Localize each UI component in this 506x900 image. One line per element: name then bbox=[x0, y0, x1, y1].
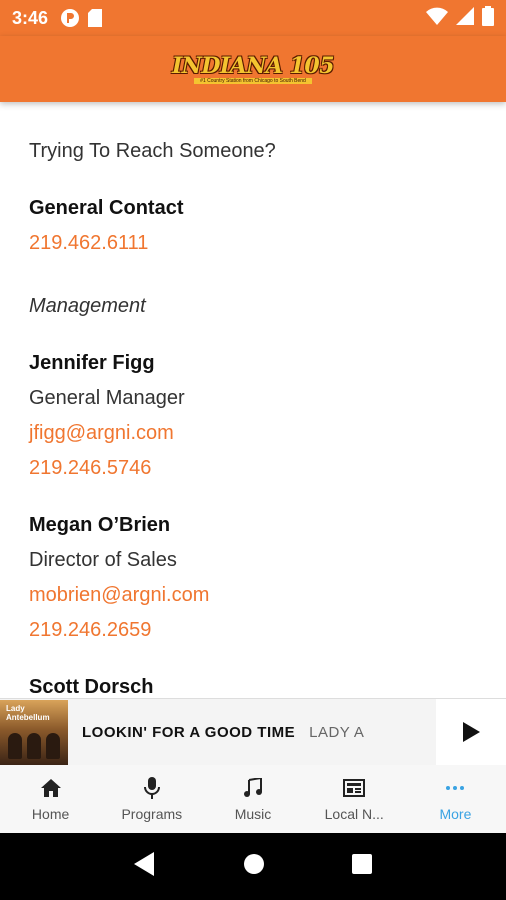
tab-more[interactable]: More bbox=[405, 765, 506, 833]
contact-title: Director of Sales bbox=[29, 549, 177, 571]
contact-name: Megan O’Brien bbox=[29, 514, 171, 536]
more-dots-icon bbox=[445, 776, 465, 800]
station-logo: INDIANA 105 #1 Country Station from Chic… bbox=[171, 52, 335, 84]
tab-programs[interactable]: Programs bbox=[101, 765, 202, 833]
general-phone-link[interactable]: 219.462.6111 bbox=[29, 232, 506, 255]
logo-tagline: #1 Country Station from Chicago to South… bbox=[194, 77, 312, 84]
album-art-text: Lady Antebellum bbox=[6, 703, 50, 722]
general-contact-label: General Contact bbox=[29, 197, 184, 219]
tab-local-news[interactable]: Local N... bbox=[304, 765, 405, 833]
home-nav-button[interactable] bbox=[243, 853, 265, 880]
general-contact: General Contact 219.462.6111 bbox=[29, 197, 506, 255]
app-notification-icon bbox=[60, 8, 80, 28]
tab-label: Home bbox=[31, 806, 70, 822]
microphone-icon bbox=[143, 776, 160, 800]
play-button[interactable] bbox=[436, 698, 506, 766]
sd-card-icon bbox=[88, 9, 103, 27]
band-member bbox=[8, 732, 22, 759]
recents-button[interactable] bbox=[352, 854, 373, 879]
news-icon bbox=[343, 776, 366, 800]
tab-home[interactable]: Home bbox=[0, 765, 101, 833]
band-member bbox=[27, 732, 41, 759]
band-member bbox=[46, 732, 60, 759]
contact-page: Trying To Reach Someone? General Contact… bbox=[0, 102, 506, 698]
tab-label: More bbox=[439, 806, 472, 822]
play-icon bbox=[463, 722, 480, 742]
status-bar: 3:46 bbox=[0, 0, 506, 36]
contact-card: Scott Dorsch bbox=[29, 676, 506, 698]
music-note-icon bbox=[243, 776, 263, 800]
tab-label: Programs bbox=[121, 806, 183, 822]
contact-email-link[interactable]: mobrien@argni.com bbox=[29, 584, 506, 607]
album-art: Lady Antebellum bbox=[0, 699, 68, 765]
page-intro: Trying To Reach Someone? bbox=[29, 140, 276, 162]
tab-label: Local N... bbox=[324, 806, 384, 822]
logo-text: INDIANA 105 bbox=[171, 52, 335, 79]
now-playing-artist: LADY A bbox=[309, 723, 365, 741]
back-button[interactable] bbox=[133, 852, 156, 881]
contact-card: Jennifer Figg General Manager jfigg@argn… bbox=[29, 352, 506, 480]
contact-name: Scott Dorsch bbox=[29, 676, 154, 698]
tab-music[interactable]: Music bbox=[202, 765, 303, 833]
back-icon bbox=[133, 852, 154, 876]
now-playing-title: LOOKIN' FOR A GOOD TIME bbox=[82, 723, 296, 741]
home-circle-icon bbox=[243, 854, 264, 874]
app-bar: INDIANA 105 #1 Country Station from Chic… bbox=[0, 36, 506, 102]
cell-signal-icon bbox=[456, 6, 474, 30]
bottom-tab-bar: Home Programs Music Local N... More bbox=[0, 765, 506, 833]
now-playing-bar[interactable]: Lady Antebellum LOOKIN' FOR A GOOD TIME … bbox=[0, 698, 506, 766]
status-time: 3:46 bbox=[12, 7, 49, 28]
battery-icon bbox=[482, 5, 494, 31]
tab-label: Music bbox=[234, 806, 272, 822]
system-nav-bar bbox=[0, 833, 506, 900]
section-management: Management bbox=[29, 295, 146, 317]
contact-title: General Manager bbox=[29, 387, 185, 409]
contact-card: Megan O’Brien Director of Sales mobrien@… bbox=[29, 514, 506, 642]
wifi-icon bbox=[426, 7, 448, 30]
contact-phone-link[interactable]: 219.246.2659 bbox=[29, 619, 506, 642]
home-icon bbox=[40, 776, 61, 800]
contact-phone-link[interactable]: 219.246.5746 bbox=[29, 457, 506, 480]
contact-name: Jennifer Figg bbox=[29, 352, 155, 374]
contact-email-link[interactable]: jfigg@argni.com bbox=[29, 422, 506, 445]
recents-icon bbox=[352, 854, 373, 874]
